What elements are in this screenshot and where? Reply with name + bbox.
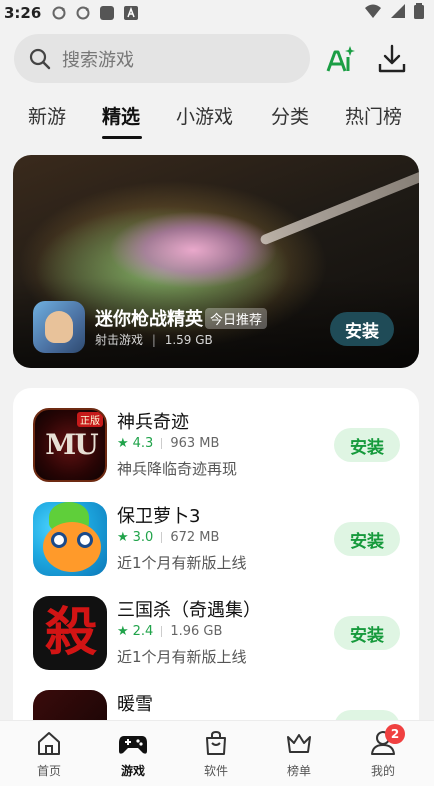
app-size: 1.96 GB bbox=[170, 624, 223, 639]
tab-categories[interactable]: 分类 bbox=[271, 102, 309, 129]
nav-home[interactable]: 首页 bbox=[19, 729, 79, 779]
banner-size: 1.59 GB bbox=[164, 333, 213, 347]
banner-app-icon bbox=[33, 301, 85, 353]
star-icon: ★ bbox=[117, 624, 129, 639]
app-stats: ★ 4.3 963 MB bbox=[117, 436, 219, 451]
ai-icon bbox=[326, 46, 355, 72]
signal-icon bbox=[390, 3, 406, 23]
list-item[interactable]: 殺 三国杀（奇遇集） ★ 2.4 1.96 GB 近1个月有新版上线 安装 bbox=[13, 576, 419, 670]
search-placeholder: 搜索游戏 bbox=[62, 49, 134, 71]
app-name: 保卫萝卜3 bbox=[117, 506, 201, 527]
sync-icon bbox=[51, 5, 67, 21]
app-name: 三国杀（奇遇集） bbox=[117, 600, 261, 621]
app-icon: MU 正版 bbox=[33, 408, 107, 482]
list-item[interactable]: MU 正版 神兵奇迹 ★ 4.3 963 MB 神兵降临奇迹再现 安装 bbox=[13, 388, 419, 482]
install-button[interactable]: 安装 bbox=[334, 428, 400, 462]
app-size: 672 MB bbox=[170, 530, 220, 545]
status-time: 3:26 bbox=[4, 4, 42, 22]
active-tab-indicator bbox=[102, 136, 142, 139]
crown-icon bbox=[287, 734, 311, 753]
sync-icon-2 bbox=[75, 5, 91, 21]
app-list: MU 正版 神兵奇迹 ★ 4.3 963 MB 神兵降临奇迹再现 安装 保卫萝卜… bbox=[13, 388, 419, 748]
install-button[interactable]: 安装 bbox=[334, 616, 400, 650]
status-bar: 3:26 bbox=[0, 0, 434, 26]
ai-assistant-button[interactable] bbox=[324, 44, 356, 76]
app-rating: 3.0 bbox=[132, 530, 154, 545]
install-button[interactable]: 安装 bbox=[334, 522, 400, 556]
tab-mini-games[interactable]: 小游戏 bbox=[176, 102, 233, 129]
app-size: 963 MB bbox=[170, 436, 220, 451]
nav-games[interactable]: 游戏 bbox=[103, 729, 163, 779]
star-icon: ★ bbox=[117, 436, 129, 451]
app-stats: ★ 3.0 672 MB bbox=[117, 530, 219, 545]
star-icon: ★ bbox=[117, 530, 129, 545]
gamepad-icon bbox=[119, 736, 147, 754]
tab-hot-chart[interactable]: 热门榜 bbox=[345, 102, 402, 129]
app-rating: 2.4 bbox=[132, 624, 154, 639]
featured-banner[interactable]: 迷你枪战精英 今日推荐 射击游戏 | 1.59 GB 安装 bbox=[13, 155, 419, 368]
list-item[interactable]: 保卫萝卜3 ★ 3.0 672 MB 近1个月有新版上线 安装 bbox=[13, 482, 419, 576]
banner-artwork bbox=[259, 155, 419, 246]
app-notification-icon bbox=[99, 5, 115, 21]
category-tabs: 新游 精选 小游戏 分类 热门榜 bbox=[0, 96, 434, 144]
bottom-navigation: 首页 游戏 软件 榜单 我的 bbox=[0, 720, 434, 786]
banner-tag: 今日推荐 bbox=[205, 308, 268, 329]
font-a-icon bbox=[123, 5, 139, 21]
download-button[interactable] bbox=[378, 44, 406, 74]
tab-featured[interactable]: 精选 bbox=[102, 102, 140, 129]
download-icon bbox=[378, 44, 406, 73]
shopping-bag-icon bbox=[206, 730, 226, 755]
wifi-icon bbox=[364, 3, 382, 23]
battery-icon bbox=[414, 3, 424, 23]
banner-category: 射击游戏 bbox=[95, 333, 144, 347]
app-name: 神兵奇迹 bbox=[117, 412, 189, 433]
tab-new[interactable]: 新游 bbox=[28, 102, 66, 129]
app-description: 近1个月有新版上线 bbox=[117, 554, 247, 572]
profile-notification-badge: 2 bbox=[385, 724, 405, 744]
banner-app-title: 迷你枪战精英 bbox=[95, 309, 203, 330]
app-description: 神兵降临奇迹再现 bbox=[117, 460, 238, 478]
app-name: 暖雪 bbox=[117, 694, 153, 715]
banner-meta: 射击游戏 | 1.59 GB bbox=[95, 333, 213, 347]
nav-software[interactable]: 软件 bbox=[186, 729, 246, 779]
banner-install-button[interactable]: 安装 bbox=[330, 312, 394, 346]
nav-rankings[interactable]: 榜单 bbox=[269, 729, 329, 779]
app-icon: 殺 bbox=[33, 596, 107, 670]
home-icon bbox=[38, 732, 60, 755]
app-stats: ★ 2.4 1.96 GB bbox=[117, 624, 222, 639]
search-icon bbox=[29, 48, 51, 69]
app-description: 近1个月有新版上线 bbox=[117, 648, 247, 666]
search-bar[interactable]: 搜索游戏 bbox=[14, 34, 310, 83]
app-rating: 4.3 bbox=[132, 436, 154, 451]
app-icon bbox=[33, 502, 107, 576]
